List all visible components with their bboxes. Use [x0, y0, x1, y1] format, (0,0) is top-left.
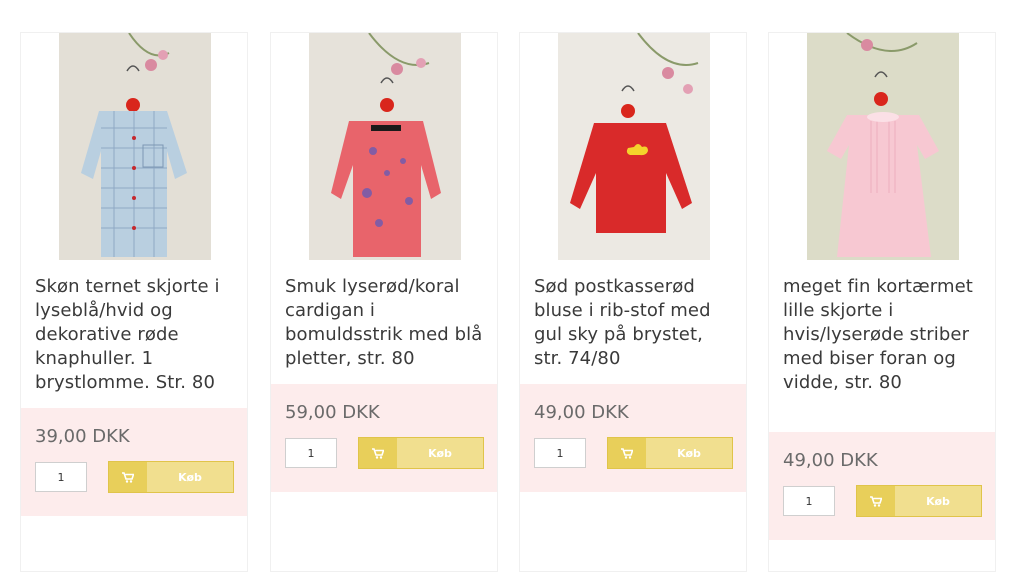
product-card: meget fin kortærmet lille skjorte i hvis…	[768, 32, 996, 572]
buy-button-label: Køb	[677, 446, 701, 460]
purchase-area: 49,00 DKK Køb	[769, 432, 995, 540]
buy-button[interactable]: Køb	[856, 485, 982, 517]
cart-icon	[857, 486, 895, 516]
product-image[interactable]	[59, 33, 211, 260]
buy-button[interactable]: Køb	[607, 437, 733, 469]
product-card: Smuk lyserød/koral cardigan i bomuldsstr…	[270, 32, 498, 572]
product-title[interactable]: meget fin kortærmet lille skjorte i hvis…	[783, 275, 985, 395]
purchase-area: 39,00 DKK Køb	[21, 408, 247, 516]
product-price: 59,00 DKK	[285, 402, 380, 423]
quantity-input[interactable]	[534, 438, 586, 468]
product-title[interactable]: Smuk lyserød/koral cardigan i bomuldsstr…	[285, 275, 487, 371]
buy-button[interactable]: Køb	[108, 461, 234, 493]
buy-button-label: Køb	[428, 446, 452, 460]
product-image[interactable]	[309, 33, 461, 260]
quantity-input[interactable]	[783, 486, 835, 516]
quantity-input[interactable]	[35, 462, 87, 492]
product-price: 49,00 DKK	[534, 402, 629, 423]
purchase-area: 59,00 DKK Køb	[271, 384, 497, 492]
product-title[interactable]: Sød postkasserød bluse i rib-stof med gu…	[534, 275, 736, 371]
cart-icon	[359, 438, 397, 468]
purchase-area: 49,00 DKK Køb	[520, 384, 746, 492]
cart-icon	[608, 438, 646, 468]
product-price: 49,00 DKK	[783, 450, 878, 471]
quantity-input[interactable]	[285, 438, 337, 468]
buy-button-label: Køb	[926, 494, 950, 508]
cart-icon	[109, 462, 147, 492]
buy-button-label: Køb	[178, 470, 202, 484]
product-image[interactable]	[807, 33, 959, 260]
product-title[interactable]: Skøn ternet skjorte i lyseblå/hvid og de…	[35, 275, 237, 395]
buy-button[interactable]: Køb	[358, 437, 484, 469]
product-card: Sød postkasserød bluse i rib-stof med gu…	[519, 32, 747, 572]
product-price: 39,00 DKK	[35, 426, 130, 447]
product-card: Skøn ternet skjorte i lyseblå/hvid og de…	[20, 32, 248, 572]
product-image[interactable]	[558, 33, 710, 260]
